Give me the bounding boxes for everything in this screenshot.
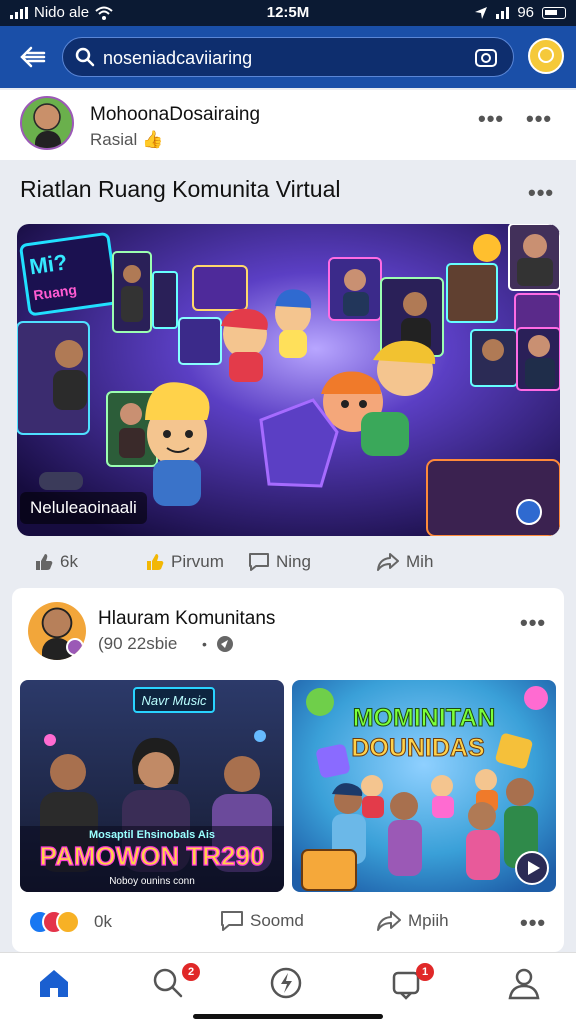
thumbs-up-icon (36, 554, 53, 570)
notification-badge: 1 (416, 963, 434, 981)
author-avatar[interactable] (28, 602, 86, 660)
comment-label: Ning (276, 552, 311, 571)
share-arrow-icon (377, 911, 401, 931)
post-image[interactable]: Mi? Ruang Neluleaoinaali (17, 224, 560, 536)
reaction-button[interactable]: Pirvum (145, 552, 224, 572)
tab-activity[interactable] (268, 965, 308, 1005)
post-header: MohoonaDosairaing Rasial 👍 ••• ••• (0, 90, 576, 160)
search-bar[interactable]: noseniadcaviiaring (62, 37, 514, 77)
reaction-label: Pirvum (171, 552, 224, 571)
tab-profile[interactable] (506, 965, 546, 1005)
post-timestamp: (90 22sbie (98, 634, 178, 653)
globe-icon (217, 636, 233, 652)
comment-icon (221, 911, 243, 931)
cell-signal-icon (496, 6, 510, 19)
thumbs-up-yellow-icon (147, 554, 164, 570)
author-avatar[interactable] (20, 96, 74, 150)
separator-dot: • (202, 636, 207, 652)
tab-search[interactable]: 2 (150, 963, 200, 1005)
share-label: Mih (406, 552, 434, 571)
profile-avatar[interactable] (528, 38, 564, 74)
post-image-left[interactable]: Navr Music Mosaptil Ehsinobals Ais PAMOW… (20, 680, 284, 892)
more-options-icon[interactable]: ••• (528, 180, 554, 206)
author-name[interactable]: Hlauram Komunitans (98, 608, 275, 630)
share-button[interactable]: Mih (376, 552, 433, 572)
more-options-icon[interactable]: ••• (526, 106, 552, 132)
location-icon (475, 6, 488, 19)
home-icon (40, 970, 68, 997)
share-label: Mpiih (408, 911, 449, 930)
search-icon (75, 47, 95, 67)
share-arrow-icon (377, 553, 399, 571)
reaction-icons (28, 910, 82, 934)
post-actions: 6k Pirvum Ning Mih (0, 546, 576, 582)
tab-home[interactable] (36, 965, 76, 1005)
user-icon (508, 968, 540, 1000)
haha-reaction-icon (56, 910, 80, 934)
comment-button[interactable]: Ning (248, 552, 311, 572)
hero-illustration: Mi? Ruang (17, 224, 560, 536)
group-photo: Navr Music Mosaptil Ehsinobals Ais PAMOW… (20, 680, 284, 892)
community-illustration: MOMINITAN DOUNIDAS (292, 680, 556, 892)
reactions-summary[interactable]: 0k (28, 910, 112, 934)
post-title: Riatlan Ruang Komunita Virtual (20, 176, 341, 202)
camera-icon[interactable] (475, 47, 497, 67)
tab-notifications[interactable]: 1 (388, 963, 434, 1005)
home-indicator[interactable] (193, 1014, 383, 1019)
svg-text:Mosaptil Ehsinobals Ais: Mosaptil Ehsinobals Ais (89, 829, 215, 841)
back-arrow-icon[interactable] (16, 40, 50, 74)
post-image-right[interactable]: MOMINITAN DOUNIDAS (292, 680, 556, 892)
image-caption: Neluleaoinaali (20, 492, 147, 524)
post-actions-2: 0k Soomd Mpiih ••• (0, 900, 576, 946)
battery-percent: 96 (517, 4, 534, 21)
svg-text:MOMINITAN: MOMINITAN (353, 704, 496, 732)
svg-text:DOUNIDAS: DOUNIDAS (351, 734, 484, 762)
more-options-icon[interactable]: ••• (520, 610, 546, 636)
reaction-count: 0k (94, 912, 112, 931)
more-options-icon[interactable]: ••• (520, 910, 546, 936)
svg-text:PAMOWON TR290: PAMOWON TR290 (40, 841, 265, 871)
post-subtitle: Rasial 👍 (90, 130, 164, 149)
svg-text:Mi?: Mi? (28, 249, 69, 279)
comment-label: Soomd (250, 911, 304, 930)
like-count: 6k (60, 552, 78, 571)
like-button[interactable]: 6k (34, 552, 78, 572)
svg-text:Navr Music: Navr Music (141, 693, 207, 708)
search-icon (153, 968, 183, 998)
status-bar: Nido ale 12:5M 96 (0, 0, 576, 26)
comment-icon (249, 553, 269, 571)
post-card: Hlauram Komunitans (90 22sbie • ••• Navr… (12, 588, 564, 952)
search-input[interactable]: noseniadcaviiaring (103, 48, 252, 69)
share-button-2[interactable]: Mpiih (376, 910, 449, 932)
author-name[interactable]: MohoonaDosairaing (90, 104, 260, 126)
comment-button-2[interactable]: Soomd (220, 910, 304, 932)
search-badge: 2 (182, 963, 200, 981)
more-options-icon[interactable]: ••• (478, 106, 504, 132)
app-bar: noseniadcaviiaring (0, 26, 576, 88)
bolt-clock-icon (270, 967, 302, 999)
svg-text:Noboy ounins conn: Noboy ounins conn (109, 876, 195, 887)
battery-icon (542, 6, 566, 19)
